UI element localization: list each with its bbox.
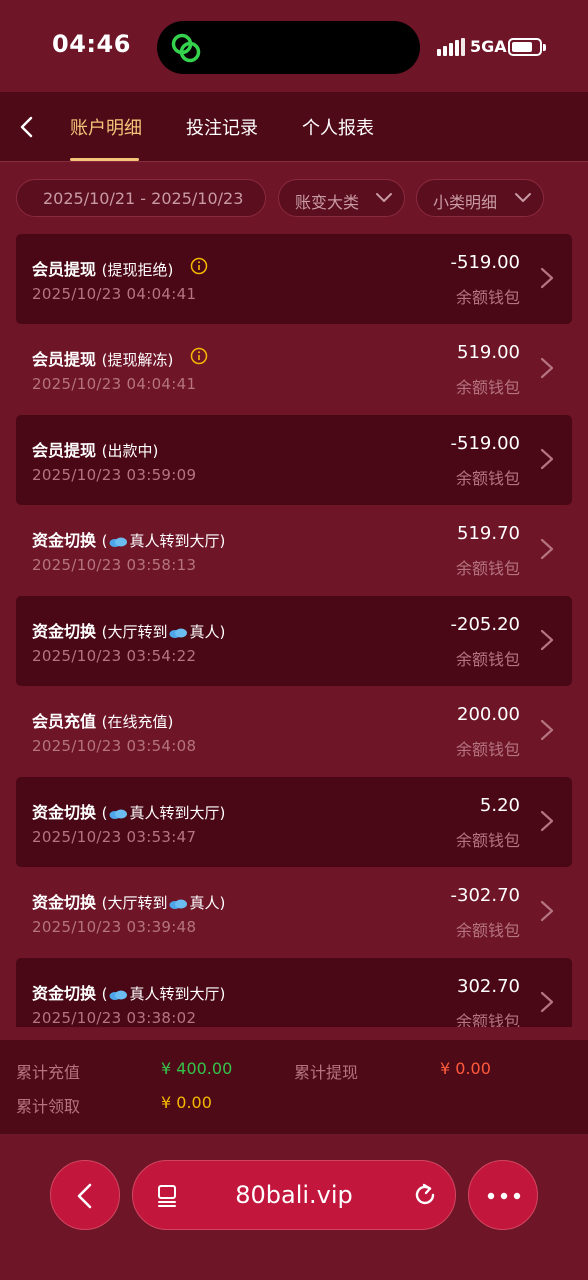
record-wallet: 余额钱包 xyxy=(455,921,520,940)
record-wallet: 余额钱包 xyxy=(455,831,520,850)
record-wallet: 余额钱包 xyxy=(455,378,520,397)
record-title: 会员提现 (提现解冻) xyxy=(32,350,174,369)
subcategory-filter[interactable]: 小类明细 xyxy=(416,179,544,217)
record-date: 2025/10/23 03:54:22 xyxy=(32,647,197,665)
url-text: 80bali.vip xyxy=(235,1181,353,1209)
record-amount: -519.00 xyxy=(450,252,520,273)
record-date: 2025/10/23 03:54:08 xyxy=(32,737,197,755)
page-header: 账户明细 投注记录 个人报表 xyxy=(0,92,588,162)
status-bar: 04:46 5GA xyxy=(0,0,588,92)
status-time: 04:46 xyxy=(52,30,131,58)
date-range-text: 2025/10/21 - 2025/10/23 xyxy=(43,189,244,208)
app-link-icon xyxy=(171,33,201,63)
record-wallet: 余额钱包 xyxy=(455,469,520,488)
list-item[interactable]: 会员提现 (提现拒绝) 2025/10/23 04:04:41 -519.00 … xyxy=(16,234,572,324)
info-icon[interactable] xyxy=(190,347,208,365)
dynamic-island xyxy=(157,21,420,74)
list-item[interactable]: 资金切换 (真人转到大厅) 2025/10/23 03:53:47 5.20 余… xyxy=(16,777,572,867)
record-date: 2025/10/23 04:04:41 xyxy=(32,375,197,393)
reload-icon[interactable] xyxy=(411,1181,439,1209)
record-date: 2025/10/23 03:39:48 xyxy=(32,918,197,936)
record-title: 会员提现 (提现拒绝) xyxy=(32,260,174,279)
category-filter[interactable]: 账变大类 xyxy=(278,179,405,217)
tab-personal-report[interactable]: 个人报表 xyxy=(302,114,374,140)
summary-panel: 累计充值 ¥ 400.00 累计提现 ¥ 0.00 累计领取 ¥ 0.00 xyxy=(0,1040,588,1134)
transaction-list[interactable]: 会员提现 (提现拒绝) 2025/10/23 04:04:41 -519.00 … xyxy=(16,234,572,1027)
cloud-icon xyxy=(109,537,128,547)
total-claim-label: 累计领取 xyxy=(16,1097,81,1116)
chevron-right-icon xyxy=(540,357,554,379)
record-date: 2025/10/23 03:59:09 xyxy=(32,466,197,484)
record-title: 会员提现 (出款中) xyxy=(32,441,159,460)
active-tab-indicator xyxy=(70,158,139,161)
address-bar[interactable]: 80bali.vip xyxy=(132,1160,456,1230)
record-amount: 200.00 xyxy=(457,704,520,725)
chevron-right-icon xyxy=(540,810,554,832)
list-item[interactable]: 资金切换 (大厅转到 真人) 2025/10/23 03:39:48 -302.7… xyxy=(16,867,572,957)
record-wallet: 余额钱包 xyxy=(455,650,520,669)
chevron-down-icon xyxy=(515,193,531,202)
battery-icon xyxy=(508,38,546,56)
record-wallet: 余额钱包 xyxy=(455,559,520,578)
record-wallet: 余额钱包 xyxy=(455,740,520,759)
record-amount: -302.70 xyxy=(450,885,520,906)
back-icon[interactable] xyxy=(14,112,42,142)
total-withdraw-label: 累计提现 xyxy=(294,1063,359,1082)
signal-icon xyxy=(437,38,465,56)
record-date: 2025/10/23 04:04:41 xyxy=(32,285,197,303)
chevron-right-icon xyxy=(540,267,554,289)
chevron-right-icon xyxy=(540,900,554,922)
list-item[interactable]: 会员充值 (在线充值) 2025/10/23 03:54:08 200.00 余… xyxy=(16,686,572,776)
more-button[interactable] xyxy=(468,1160,538,1230)
list-item[interactable]: 会员提现 (提现解冻) 2025/10/23 04:04:41 519.00 余… xyxy=(16,324,572,414)
chevron-down-icon xyxy=(376,193,392,202)
record-amount: 5.20 xyxy=(479,795,520,816)
record-title: 资金切换 (大厅转到 真人) xyxy=(32,622,226,641)
subcategory-filter-label: 小类明细 xyxy=(433,193,498,212)
record-date: 2025/10/23 03:58:13 xyxy=(32,556,197,574)
list-item[interactable]: 资金切换 (真人转到大厅) 2025/10/23 03:38:02 302.70… xyxy=(16,958,572,1027)
back-icon xyxy=(77,1183,92,1209)
record-wallet: 余额钱包 xyxy=(455,1012,520,1027)
chevron-right-icon xyxy=(540,719,554,741)
record-title: 会员充值 (在线充值) xyxy=(32,712,174,731)
record-date: 2025/10/23 03:38:02 xyxy=(32,1009,197,1027)
total-recharge-value: ¥ 400.00 xyxy=(161,1059,233,1078)
cloud-icon xyxy=(169,899,188,909)
chevron-right-icon xyxy=(540,538,554,560)
browser-toolbar: 80bali.vip xyxy=(0,1134,588,1280)
list-item[interactable]: 资金切换 (大厅转到 真人) 2025/10/23 03:54:22 -205.2… xyxy=(16,596,572,686)
tab-bet-records[interactable]: 投注记录 xyxy=(186,114,258,140)
category-filter-label: 账变大类 xyxy=(295,193,360,212)
chevron-right-icon xyxy=(540,629,554,651)
record-amount: 302.70 xyxy=(457,976,520,997)
record-title: 资金切换 (真人转到大厅) xyxy=(32,531,226,550)
list-item[interactable]: 会员提现 (出款中) 2025/10/23 03:59:09 -519.00 余… xyxy=(16,415,572,505)
record-amount: -205.20 xyxy=(450,614,520,635)
record-date: 2025/10/23 03:53:47 xyxy=(32,828,197,846)
record-title: 资金切换 (真人转到大厅) xyxy=(32,803,226,822)
list-item[interactable]: 资金切换 (真人转到大厅) 2025/10/23 03:58:13 519.70… xyxy=(16,505,572,595)
cloud-icon xyxy=(169,628,188,638)
total-claim-value: ¥ 0.00 xyxy=(161,1093,212,1112)
total-recharge-label: 累计充值 xyxy=(16,1063,81,1082)
chevron-right-icon xyxy=(540,991,554,1013)
record-wallet: 余额钱包 xyxy=(455,288,520,307)
more-icon xyxy=(487,1192,521,1200)
browser-back-button[interactable] xyxy=(50,1160,120,1230)
date-range-filter[interactable]: 2025/10/21 - 2025/10/23 xyxy=(16,179,266,217)
record-amount: 519.70 xyxy=(457,523,520,544)
tab-account-details[interactable]: 账户明细 xyxy=(70,114,142,140)
network-type: 5GA xyxy=(470,37,507,56)
record-amount: -519.00 xyxy=(450,433,520,454)
chevron-right-icon xyxy=(540,448,554,470)
total-withdraw-value: ¥ 0.00 xyxy=(440,1059,491,1078)
record-title: 资金切换 (大厅转到 真人) xyxy=(32,893,226,912)
cloud-icon xyxy=(109,809,128,819)
record-title: 资金切换 (真人转到大厅) xyxy=(32,984,226,1003)
cloud-icon xyxy=(109,990,128,1000)
info-icon[interactable] xyxy=(190,257,208,275)
record-amount: 519.00 xyxy=(457,342,520,363)
